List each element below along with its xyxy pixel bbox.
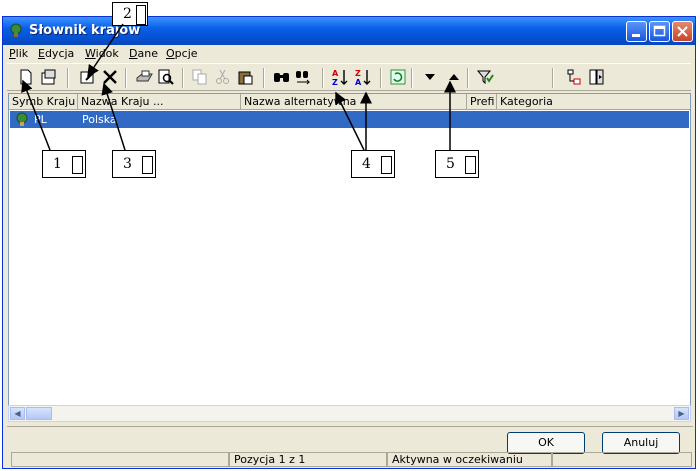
menu-bar: Plik Edycja Widok Dane Opcje xyxy=(3,45,695,62)
col-header-prefix[interactable]: Prefi xyxy=(467,94,497,110)
copy-icon[interactable] xyxy=(191,68,209,86)
svg-text:Z: Z xyxy=(355,69,361,78)
status-state: Aktywna w oczekiwaniu xyxy=(387,452,552,467)
svg-text:A: A xyxy=(332,69,339,78)
find-icon[interactable] xyxy=(272,68,290,86)
app-globe-icon xyxy=(10,23,22,37)
col-header-category[interactable]: Kategoria xyxy=(497,94,690,110)
button-area: OK Anuluj xyxy=(7,426,693,454)
minimize-icon xyxy=(632,34,640,37)
properties-icon[interactable] xyxy=(40,68,58,86)
refresh-icon[interactable] xyxy=(389,68,407,86)
tree-icon[interactable] xyxy=(565,68,583,86)
callout-5: 5 xyxy=(435,150,479,178)
close-icon xyxy=(677,26,688,37)
minimize-button[interactable] xyxy=(626,21,647,42)
maximize-button[interactable] xyxy=(649,21,670,42)
col-header-symbol[interactable]: Symb Kraju xyxy=(9,94,78,110)
menu-dane[interactable]: Dane xyxy=(129,47,158,60)
print-preview-icon[interactable] xyxy=(157,68,175,86)
countries-grid[interactable]: Symb Kraju Nazwa Kraju ... Nazwa alterna… xyxy=(8,93,691,408)
svg-text:A: A xyxy=(355,78,362,86)
menu-widok[interactable]: Widok xyxy=(85,47,119,60)
toolbar: AZ ZA xyxy=(7,63,691,91)
dictionary-window: Słownik krajów Plik Edycja Widok Dane Op… xyxy=(2,16,696,469)
print-icon[interactable] xyxy=(135,68,153,86)
col-header-name[interactable]: Nazwa Kraju ... xyxy=(78,94,241,110)
maximize-icon xyxy=(653,25,666,37)
svg-text:Z: Z xyxy=(332,78,338,86)
callout-1: 1 xyxy=(42,150,86,178)
menu-plik[interactable]: Plik xyxy=(9,47,28,60)
callout-2: 2 xyxy=(112,2,148,26)
scroll-left-icon[interactable]: ◀ xyxy=(10,407,25,420)
delete-icon[interactable] xyxy=(101,68,119,86)
status-position: Pozycja 1 z 1 xyxy=(229,452,387,467)
cell-name: Polska xyxy=(82,113,117,126)
callout-4: 4 xyxy=(351,150,395,178)
status-bar: Pozycja 1 z 1 Aktywna w oczekiwaniu xyxy=(3,450,695,468)
scroll-right-icon[interactable]: ▶ xyxy=(674,407,689,420)
horizontal-scrollbar[interactable]: ◀ ▶ xyxy=(8,405,691,422)
columns-icon[interactable] xyxy=(588,68,606,86)
find-next-icon[interactable] xyxy=(295,68,313,86)
title-bar: Słownik krajów xyxy=(3,17,695,45)
scroll-thumb[interactable] xyxy=(26,407,52,420)
paste-icon[interactable] xyxy=(237,68,255,86)
menu-edycja[interactable]: Edycja xyxy=(38,47,74,60)
status-empty xyxy=(11,452,229,467)
menu-opcje[interactable]: Opcje xyxy=(166,47,198,60)
new-icon[interactable] xyxy=(17,68,35,86)
status-extra xyxy=(552,452,692,467)
cut-icon[interactable] xyxy=(214,68,232,86)
cell-symbol: PL xyxy=(34,113,47,126)
filter-icon[interactable] xyxy=(477,68,495,86)
sort-ascending-icon[interactable]: AZ xyxy=(331,68,349,86)
table-row[interactable]: PL Polska xyxy=(10,111,689,128)
sort-descending-icon[interactable]: ZA xyxy=(354,68,372,86)
move-down-icon[interactable] xyxy=(421,68,439,86)
callout-3: 3 xyxy=(112,150,156,178)
row-globe-icon xyxy=(16,112,28,126)
close-button[interactable] xyxy=(672,21,693,42)
move-up-icon[interactable] xyxy=(445,68,463,86)
col-header-alt-name[interactable]: Nazwa alternatywna xyxy=(241,94,467,110)
edit-icon[interactable] xyxy=(79,68,97,86)
